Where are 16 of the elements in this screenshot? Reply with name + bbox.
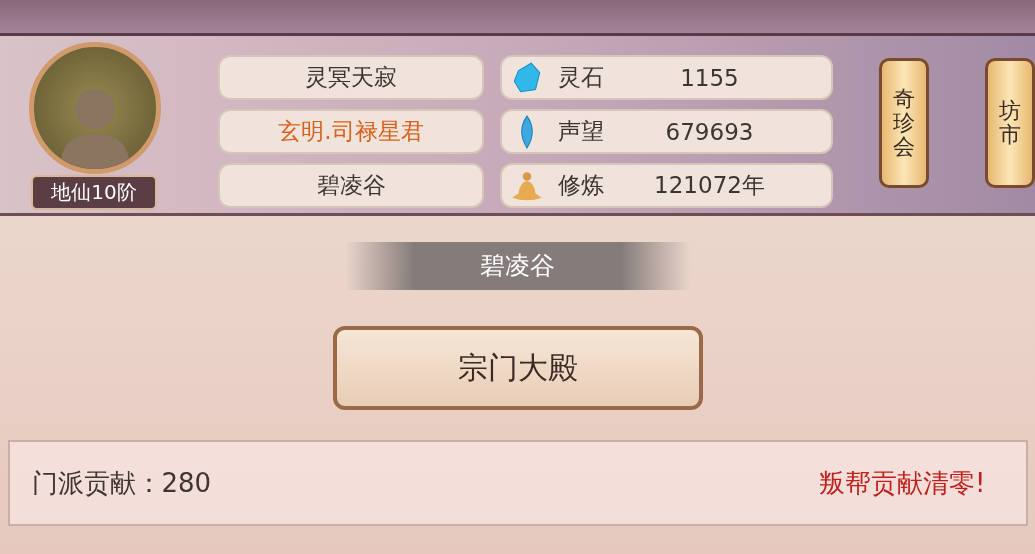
lantern-button[interactable]: 奇珍会 bbox=[879, 58, 929, 188]
warning-text: 叛帮贡献清零! bbox=[819, 466, 986, 500]
stat-value: 121072年 bbox=[653, 171, 766, 200]
lantern-button[interactable]: 坊市 bbox=[985, 58, 1035, 188]
sect-title: 碧凌谷 bbox=[345, 242, 690, 290]
stat-label: 灵石 bbox=[558, 63, 605, 92]
sect-name: 碧凌谷 bbox=[218, 163, 484, 208]
stat-label: 声望 bbox=[558, 117, 605, 146]
contribution-text: 门派贡献：280 bbox=[31, 466, 212, 500]
stat-value: 1155 bbox=[679, 64, 740, 91]
player-name: 灵冥天寂 bbox=[218, 55, 484, 100]
stat-label: 修炼 bbox=[558, 171, 605, 200]
rank-badge: 地仙10阶 bbox=[31, 175, 157, 210]
sect-hall-button[interactable]: 宗门大殿 bbox=[332, 326, 703, 410]
stat-value: 679693 bbox=[664, 118, 755, 145]
player-title: 玄明.司禄星君 bbox=[218, 109, 484, 154]
